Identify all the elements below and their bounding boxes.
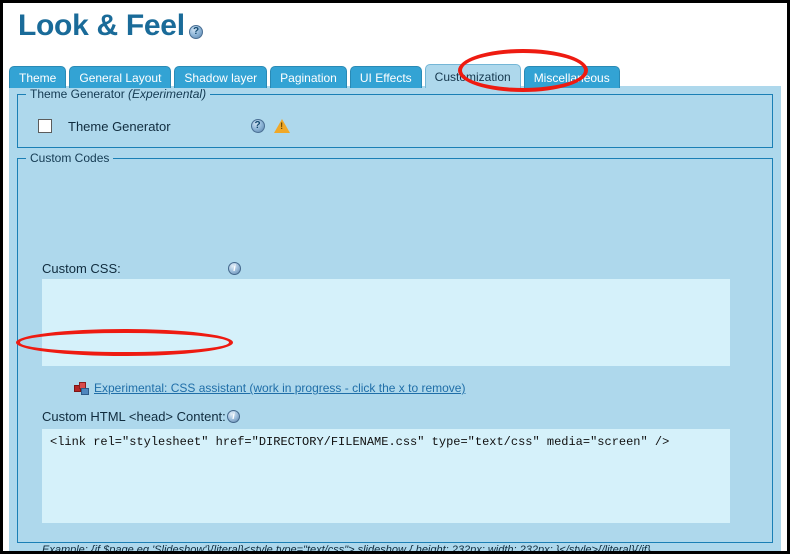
example-note: Example: {if $page eq 'Slideshow'}{liter… [42,544,651,554]
theme-generator-label: Theme Generator [68,119,171,134]
theme-generator-section: Theme Generator (Experimental) Theme Gen… [17,94,773,148]
help-icon[interactable] [189,25,203,39]
theme-generator-legend-text: Theme Generator [30,87,128,101]
tab-general-layout[interactable]: General Layout [69,66,171,88]
theme-generator-legend-emphasis: (Experimental) [128,87,206,101]
tab-bar: Theme General Layout Shadow layer Pagina… [9,63,620,88]
custom-css-textarea[interactable] [42,279,730,366]
page-header: Look & Feel [3,3,787,55]
tab-theme[interactable]: Theme [9,66,66,88]
css-assistant-row: Experimental: CSS assistant (work in pro… [74,380,465,396]
tab-pagination[interactable]: Pagination [270,66,347,88]
css-assistant-link[interactable]: Experimental: CSS assistant (work in pro… [94,381,465,395]
custom-codes-section: Custom Codes Custom CSS: Experimental: C… [17,158,773,543]
custom-codes-legend: Custom Codes [26,151,113,165]
application-window: Look & Feel Theme General Layout Shadow … [0,0,790,554]
info-icon[interactable] [228,262,241,275]
tab-miscellaneous[interactable]: Miscellaneous [524,66,620,88]
help-icon[interactable] [251,119,265,133]
custom-head-textarea[interactable] [42,429,730,523]
tab-shadow-layer[interactable]: Shadow layer [174,66,267,88]
settings-panel: Theme Generator (Experimental) Theme Gen… [9,86,781,551]
tab-customization[interactable]: Customization [425,64,521,88]
theme-generator-checkbox[interactable] [38,119,52,133]
custom-css-label: Custom CSS: [42,261,121,276]
tab-ui-effects[interactable]: UI Effects [350,66,422,88]
info-icon[interactable] [227,410,240,423]
page-title: Look & Feel [18,9,185,43]
theme-generator-legend: Theme Generator (Experimental) [26,87,210,101]
bricks-icon [74,382,89,395]
theme-generator-row: Theme Generator [38,117,290,135]
custom-head-label: Custom HTML <head> Content: [42,409,226,424]
warning-icon [274,119,290,133]
